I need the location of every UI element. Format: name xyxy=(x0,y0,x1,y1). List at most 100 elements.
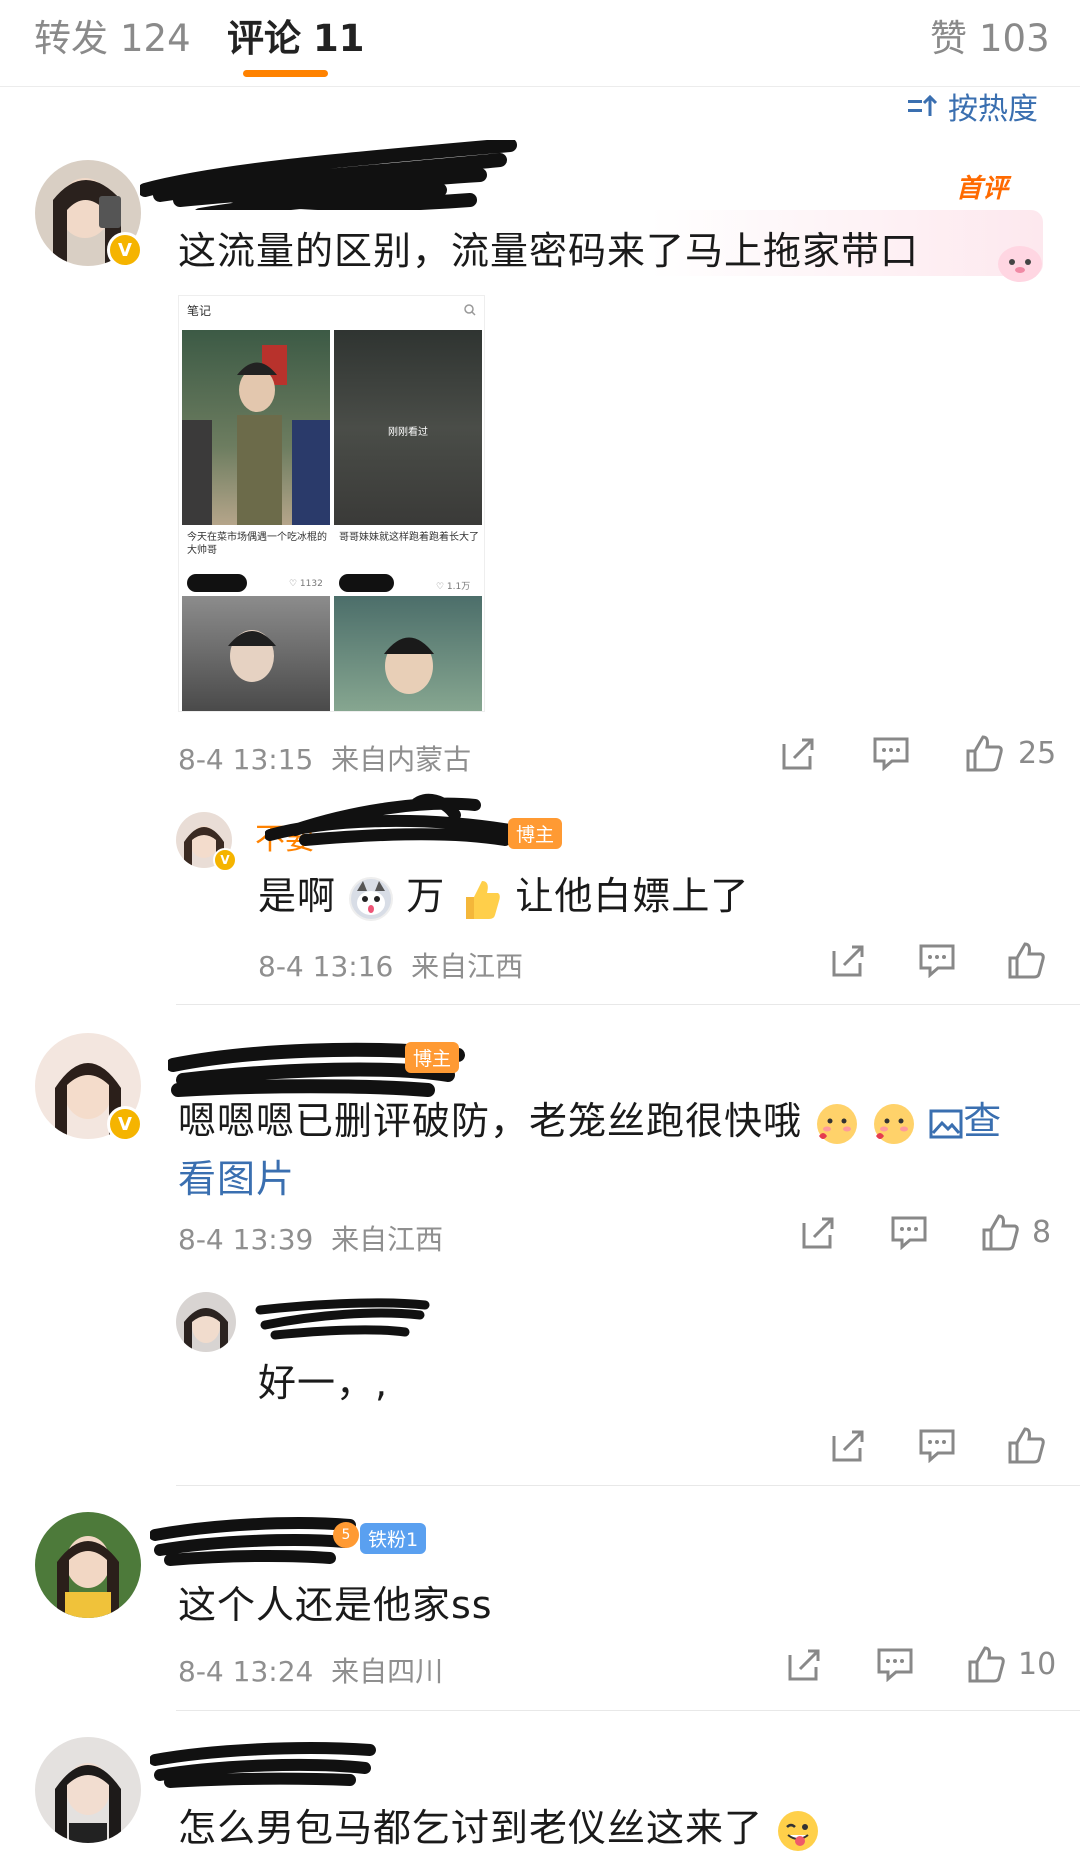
image-icon xyxy=(929,1109,963,1138)
comment-2-time: 8-4 13:39 xyxy=(178,1223,314,1256)
repost-icon[interactable] xyxy=(786,1645,824,1683)
thumbs-up-icon[interactable] xyxy=(1006,940,1046,980)
commenter-4-avatar[interactable] xyxy=(35,1737,141,1843)
tab-comments-count: 11 xyxy=(313,17,365,60)
reply-1-time: 8-4 13:16 xyxy=(258,950,394,983)
tab-reposts-count: 124 xyxy=(120,17,191,60)
embed-search-icon xyxy=(464,304,476,316)
embed-caption-1: 今天在菜市场偶遇一个吃冰棍的大帅哥 xyxy=(187,532,327,556)
comment-2-actions: 8 xyxy=(800,1212,1051,1252)
comment-2-text: 嗯嗯嗯已删评破防，老笼丝跑很快哦 查 xyxy=(178,1090,1002,1146)
comment-1-meta: 8-4 13:15 来自内蒙古 xyxy=(178,738,471,778)
comment-4-text-body: 怎么男包马都乞讨到老仪丝这来了 xyxy=(178,1806,764,1850)
tab-likes-count: 103 xyxy=(979,17,1050,60)
comment-3-meta: 8-4 13:24 来自四川 xyxy=(178,1650,443,1690)
like-button[interactable]: 8 xyxy=(980,1212,1051,1252)
repost-icon[interactable] xyxy=(780,734,818,772)
reply-icon[interactable] xyxy=(918,942,956,978)
tab-likes-label: 赞 xyxy=(930,17,967,60)
embed-likes-1: ♡ 1132 xyxy=(289,579,323,589)
tab-reposts-label: 转发 xyxy=(34,17,108,60)
thumbs-up-emoji-icon xyxy=(458,877,502,921)
repost-icon[interactable] xyxy=(830,941,868,979)
comment-2-meta: 8-4 13:39 来自江西 xyxy=(178,1218,443,1258)
reply-1-actions xyxy=(830,940,1046,980)
embed-photo-4 xyxy=(334,596,482,711)
view-image-link-part1: 查 xyxy=(963,1099,1003,1143)
like-count: 10 xyxy=(1018,1646,1057,1682)
comment-3-actions: 10 xyxy=(786,1644,1056,1684)
divider xyxy=(176,1004,1080,1005)
reply-1-meta: 8-4 13:16 来自江西 xyxy=(258,945,523,985)
tab-reposts[interactable]: 转发 124 xyxy=(34,8,191,62)
thumbs-up-icon xyxy=(968,1646,1005,1683)
comment-2-text-body: 嗯嗯嗯已删评破防，老笼丝跑很快哦 xyxy=(178,1099,803,1143)
thumbs-up-icon xyxy=(982,1214,1019,1251)
embed-likes-2: ♡ 1.1万 xyxy=(436,582,471,592)
husky-emoji-icon xyxy=(349,876,394,921)
reply-icon[interactable] xyxy=(918,1427,956,1463)
comment-2-location: 来自江西 xyxy=(331,1223,444,1256)
comment-1-location: 来自内蒙古 xyxy=(331,743,472,776)
author-tag: 博主 xyxy=(508,818,563,849)
verified-badge-icon: V xyxy=(107,232,143,268)
blush-emoji-icon xyxy=(815,1102,859,1146)
tongue-wink-emoji-icon xyxy=(776,1809,820,1853)
like-count: 25 xyxy=(1018,735,1057,771)
decoration-sticker-icon xyxy=(990,230,1050,290)
embed-redaction-2 xyxy=(339,574,394,592)
comment-1-image[interactable]: 笔记 刚刚看过 今天在菜市场偶遇一个吃冰棍的大帅哥 哥哥妹妹就这样跑着跑着长大了… xyxy=(178,295,485,712)
verified-badge-icon: V xyxy=(107,1106,143,1142)
tab-comments[interactable]: 评论 11 xyxy=(227,8,365,62)
iron-fan-tag: 铁粉1 xyxy=(360,1523,427,1554)
reply-1-text: 是啊 万 让他白嫖上了 xyxy=(258,865,749,921)
embed-caption-2: 哥哥妹妹就这样跑着跑着长大了 xyxy=(339,532,479,543)
comment-tab-bar: 转发 124 评论 11 赞 103 xyxy=(0,0,1080,87)
reply-2-avatar[interactable] xyxy=(176,1292,236,1352)
comment-3-location: 来自四川 xyxy=(331,1655,444,1688)
comment-3-text: 这个人还是他家ss xyxy=(178,1583,493,1627)
embed-redaction-1 xyxy=(187,574,247,592)
embed-photo-3 xyxy=(182,596,330,711)
comment-3-time: 8-4 13:24 xyxy=(178,1655,314,1688)
commenter-3-avatar[interactable] xyxy=(35,1512,141,1618)
comment-1-text: 这流量的区别，流量密码来了马上拖家带口 xyxy=(178,229,920,273)
username-redaction xyxy=(255,1298,430,1340)
thumbs-up-icon[interactable] xyxy=(1006,1425,1046,1465)
reply-icon[interactable] xyxy=(872,735,910,771)
fan-level-icon: 5 xyxy=(333,1522,359,1548)
active-tab-indicator xyxy=(243,70,328,77)
embed-header: 笔记 xyxy=(187,304,212,318)
reply-2-actions xyxy=(830,1425,1046,1465)
embed-overlay-text: 刚刚看过 xyxy=(388,427,428,438)
verified-badge-icon: V xyxy=(213,848,237,872)
author-tag: 博主 xyxy=(405,1042,460,1073)
like-button[interactable]: 10 xyxy=(966,1644,1056,1684)
embed-photo-2: 刚刚看过 xyxy=(334,330,482,525)
embed-photo-1 xyxy=(182,330,330,525)
sort-by-hot-button[interactable]: 按热度 xyxy=(908,84,1038,128)
reply-icon[interactable] xyxy=(876,1646,914,1682)
tab-comments-label: 评论 xyxy=(227,17,301,60)
comment-1-time: 8-4 13:15 xyxy=(178,743,314,776)
comment-4-text: 怎么男包马都乞讨到老仪丝这来了 xyxy=(178,1797,820,1853)
like-button[interactable]: 25 xyxy=(964,733,1056,773)
divider xyxy=(176,1485,1080,1486)
reply-1-text-end: 让他白嫖上了 xyxy=(515,874,750,918)
reply-icon[interactable] xyxy=(890,1214,928,1250)
username-redaction xyxy=(150,1742,376,1788)
first-comment-badge: 首评 xyxy=(955,174,1008,204)
repost-icon[interactable] xyxy=(830,1426,868,1464)
sort-icon xyxy=(908,94,938,116)
tab-likes[interactable]: 赞 103 xyxy=(930,8,1050,62)
reply-1-location: 来自江西 xyxy=(411,950,524,983)
divider xyxy=(176,1710,1080,1711)
reply-2-text: 好一，, xyxy=(258,1361,389,1405)
reply-1-text-start: 是啊 xyxy=(258,874,337,918)
comment-1-actions: 25 xyxy=(780,733,1056,773)
view-image-link[interactable]: 查 xyxy=(929,1099,1002,1143)
repost-icon[interactable] xyxy=(800,1213,838,1251)
blush-emoji-icon xyxy=(872,1102,916,1146)
view-image-link-continued[interactable]: 看图片 xyxy=(178,1148,295,1203)
like-count: 8 xyxy=(1032,1214,1052,1250)
